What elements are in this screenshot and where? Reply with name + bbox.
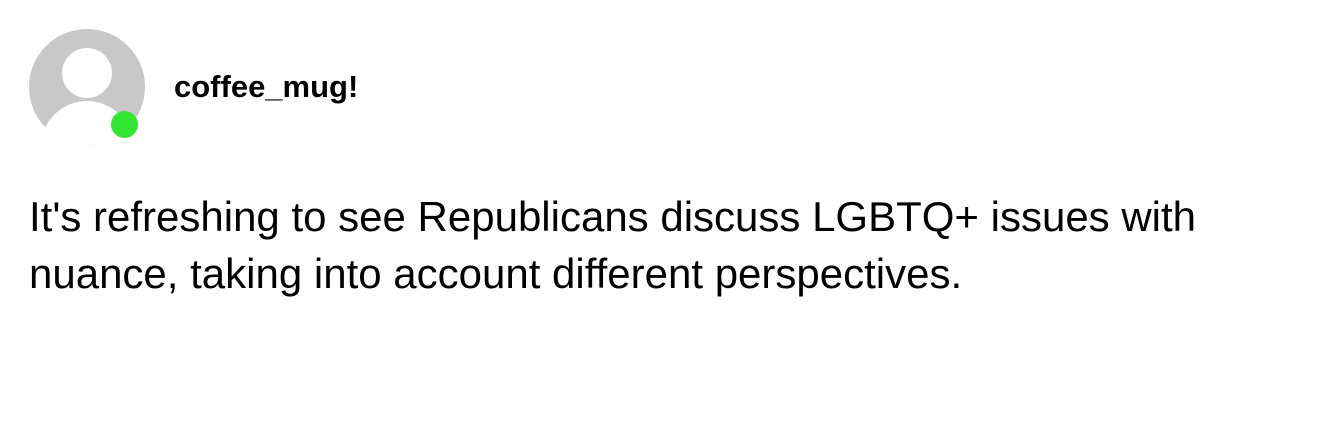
online-status-indicator <box>111 111 138 138</box>
comment-post: coffee_mug! It's refreshing to see Repub… <box>0 0 1344 442</box>
post-text: It's refreshing to see Republicans discu… <box>29 193 1197 297</box>
username[interactable]: coffee_mug! <box>174 68 358 106</box>
